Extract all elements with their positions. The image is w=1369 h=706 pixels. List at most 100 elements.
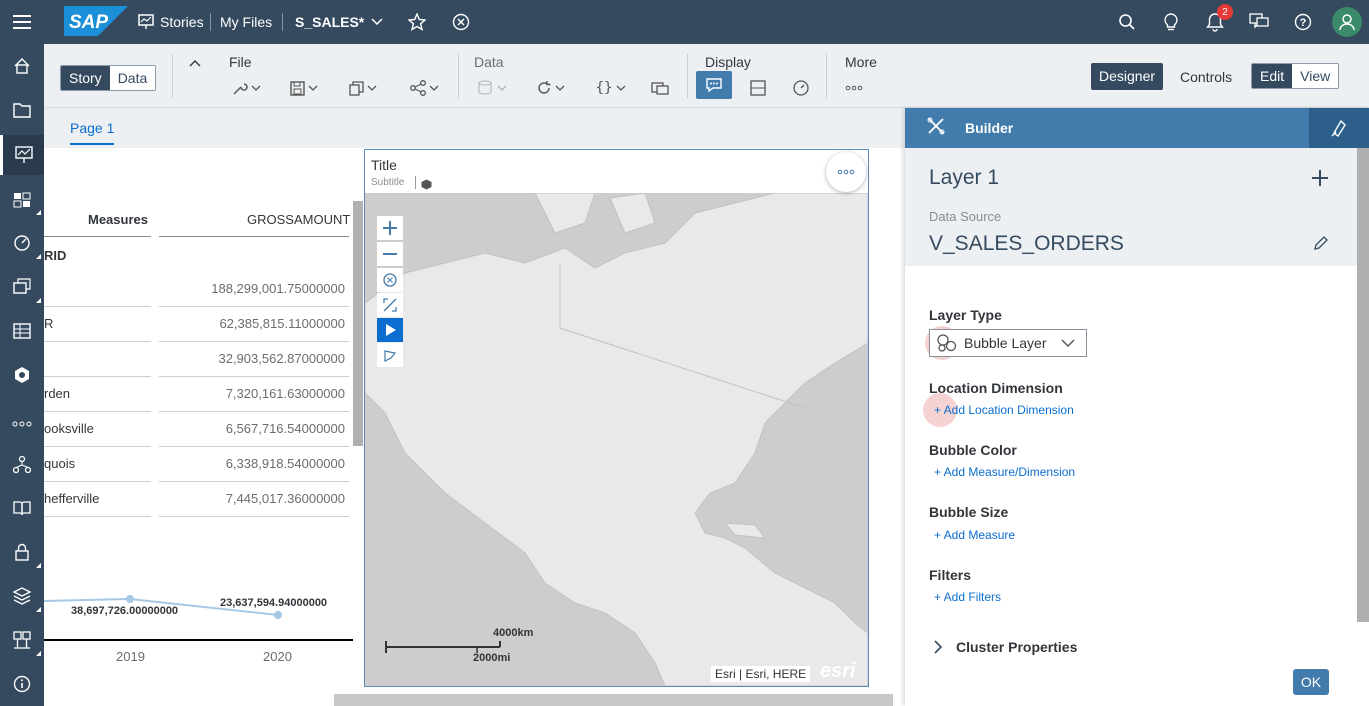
data-point[interactable] bbox=[126, 595, 134, 603]
lasso-select-icon[interactable] bbox=[377, 343, 403, 367]
table-cell-value[interactable]: 6,338,918.54000000 bbox=[159, 446, 345, 481]
menu-icon[interactable] bbox=[0, 0, 44, 44]
nav-digital-boardroom-icon[interactable] bbox=[0, 223, 44, 263]
chevron-down-icon bbox=[429, 85, 438, 91]
search-icon[interactable] bbox=[1105, 0, 1149, 44]
ok-button[interactable]: OK bbox=[1293, 669, 1329, 695]
data-mode-button[interactable]: Data bbox=[109, 66, 156, 90]
display-group-label: Display bbox=[705, 54, 751, 70]
lightbulb-icon[interactable] bbox=[1149, 0, 1193, 44]
nav-deployment-icon[interactable] bbox=[0, 576, 44, 616]
table-row-label[interactable]: hefferville bbox=[44, 481, 99, 516]
add-measure-link[interactable]: + Add Measure bbox=[934, 528, 1015, 542]
map-title[interactable]: Title bbox=[371, 157, 397, 173]
map-canvas[interactable] bbox=[365, 193, 868, 686]
cluster-properties-toggle[interactable]: Cluster Properties bbox=[933, 639, 1077, 655]
nav-system-icon[interactable] bbox=[0, 620, 44, 660]
table-scrollbar[interactable] bbox=[353, 201, 363, 446]
grid-view-button[interactable] bbox=[746, 76, 770, 100]
builder-tools-icon bbox=[927, 117, 945, 140]
layer-type-select[interactable]: Bubble Layer bbox=[929, 329, 1087, 357]
data-point[interactable] bbox=[274, 611, 282, 619]
table-cell-value[interactable]: 6,567,716.54000000 bbox=[159, 411, 345, 446]
zoom-in-icon[interactable] bbox=[377, 216, 403, 240]
divider bbox=[282, 13, 283, 31]
nav-home-icon[interactable] bbox=[0, 46, 44, 86]
tab-page-1[interactable]: Page 1 bbox=[70, 120, 115, 145]
add-data-button[interactable] bbox=[472, 76, 512, 100]
zoom-out-icon[interactable] bbox=[377, 242, 403, 266]
canvas-scrollbar[interactable] bbox=[334, 694, 893, 706]
edit-tools-button[interactable] bbox=[228, 76, 264, 100]
nav-more-icon[interactable] bbox=[0, 404, 44, 444]
user-avatar[interactable] bbox=[1325, 0, 1369, 44]
linked-widgets-icon bbox=[651, 82, 669, 95]
table-cell-value[interactable]: 7,320,161.63000000 bbox=[159, 376, 345, 411]
fullscreen-icon[interactable] bbox=[377, 293, 403, 317]
table-cell-value[interactable]: 188,299,001.75000000 bbox=[159, 271, 345, 306]
svg-text:?: ? bbox=[1300, 17, 1307, 29]
nav-learning-icon[interactable] bbox=[0, 488, 44, 528]
collapse-toolbar-icon[interactable] bbox=[189, 54, 201, 72]
help-icon[interactable]: ? bbox=[1281, 0, 1325, 44]
table-row-label[interactable]: ooksville bbox=[44, 411, 94, 446]
add-location-dimension-link[interactable]: + Add Location Dimension bbox=[934, 403, 1074, 417]
table-row-label[interactable]: R bbox=[44, 306, 53, 341]
chevron-down-icon bbox=[308, 85, 318, 91]
refresh-button[interactable] bbox=[532, 76, 568, 100]
table-row-label[interactable]: rden bbox=[44, 376, 70, 411]
table-row-label[interactable]: quois bbox=[44, 446, 75, 481]
map-attribution[interactable]: Esri | Esri, HERE bbox=[711, 666, 811, 682]
my-files-link[interactable]: My Files bbox=[220, 14, 272, 30]
copy-button[interactable] bbox=[345, 76, 381, 100]
stories-link[interactable]: Stories bbox=[138, 14, 204, 30]
add-measure-dimension-link[interactable]: + Add Measure/Dimension bbox=[934, 465, 1075, 479]
edit-mode-button[interactable]: Edit bbox=[1252, 64, 1293, 88]
performance-button[interactable] bbox=[789, 76, 813, 100]
comment-mode-button[interactable] bbox=[696, 71, 732, 99]
more-actions-icon[interactable] bbox=[843, 76, 865, 100]
table-cell-value[interactable]: 62,385,815.11000000 bbox=[159, 306, 345, 341]
nav-security-icon[interactable] bbox=[0, 532, 44, 572]
geo-map-widget[interactable]: Title Subtitle 4000km 2000mi Esri | Esri… bbox=[364, 149, 869, 687]
builder-scrollbar[interactable] bbox=[1357, 148, 1369, 622]
nav-models-icon[interactable] bbox=[0, 355, 44, 395]
nav-modeler-icon[interactable] bbox=[0, 267, 44, 307]
story-name-dropdown[interactable]: S_SALES* bbox=[295, 14, 384, 30]
formula-button[interactable]: {} bbox=[591, 76, 631, 100]
favorite-star-icon[interactable] bbox=[407, 12, 427, 36]
line-chart[interactable] bbox=[44, 578, 354, 688]
notifications-bell-icon[interactable]: 2 bbox=[1193, 0, 1237, 44]
nav-stories-icon[interactable] bbox=[0, 135, 44, 175]
nav-files-icon[interactable] bbox=[0, 90, 44, 130]
more-actions-icon[interactable] bbox=[826, 152, 866, 192]
select-pointer-icon[interactable] bbox=[377, 318, 403, 342]
close-story-icon[interactable] bbox=[452, 13, 470, 36]
share-button[interactable] bbox=[405, 76, 443, 100]
save-button[interactable] bbox=[286, 76, 322, 100]
sap-logo[interactable]: SAP bbox=[64, 6, 128, 41]
discussions-icon[interactable] bbox=[1237, 0, 1281, 44]
designer-button[interactable]: Designer bbox=[1091, 63, 1164, 90]
table-cell-value[interactable]: 7,445,017.36000000 bbox=[159, 481, 345, 516]
table-cell-value[interactable]: 32,903,562.87000000 bbox=[159, 341, 345, 376]
view-mode-button[interactable]: View bbox=[1292, 64, 1339, 88]
cluster-properties-label: Cluster Properties bbox=[956, 639, 1078, 655]
story-mode-button[interactable]: Story bbox=[61, 66, 110, 90]
linked-analysis-button[interactable] bbox=[647, 76, 673, 100]
nav-info-icon[interactable] bbox=[0, 664, 44, 704]
add-layer-icon[interactable] bbox=[1312, 170, 1328, 191]
nav-connections-icon[interactable] bbox=[0, 444, 44, 484]
stories-label: Stories bbox=[160, 14, 204, 30]
more-group-label: More bbox=[845, 54, 877, 70]
edit-view-toggle: Edit View bbox=[1251, 63, 1340, 89]
nav-analytic-apps-icon[interactable] bbox=[0, 179, 44, 219]
nav-data-icon[interactable] bbox=[0, 311, 44, 351]
add-filters-link[interactable]: + Add Filters bbox=[934, 590, 1001, 604]
styling-tab-icon[interactable] bbox=[1309, 108, 1369, 148]
reset-zoom-icon[interactable] bbox=[377, 268, 403, 292]
edit-pencil-icon[interactable] bbox=[1313, 236, 1328, 256]
story-name: S_SALES* bbox=[295, 14, 365, 30]
basemap bbox=[365, 193, 868, 686]
controls-button[interactable]: Controls bbox=[1180, 69, 1232, 85]
